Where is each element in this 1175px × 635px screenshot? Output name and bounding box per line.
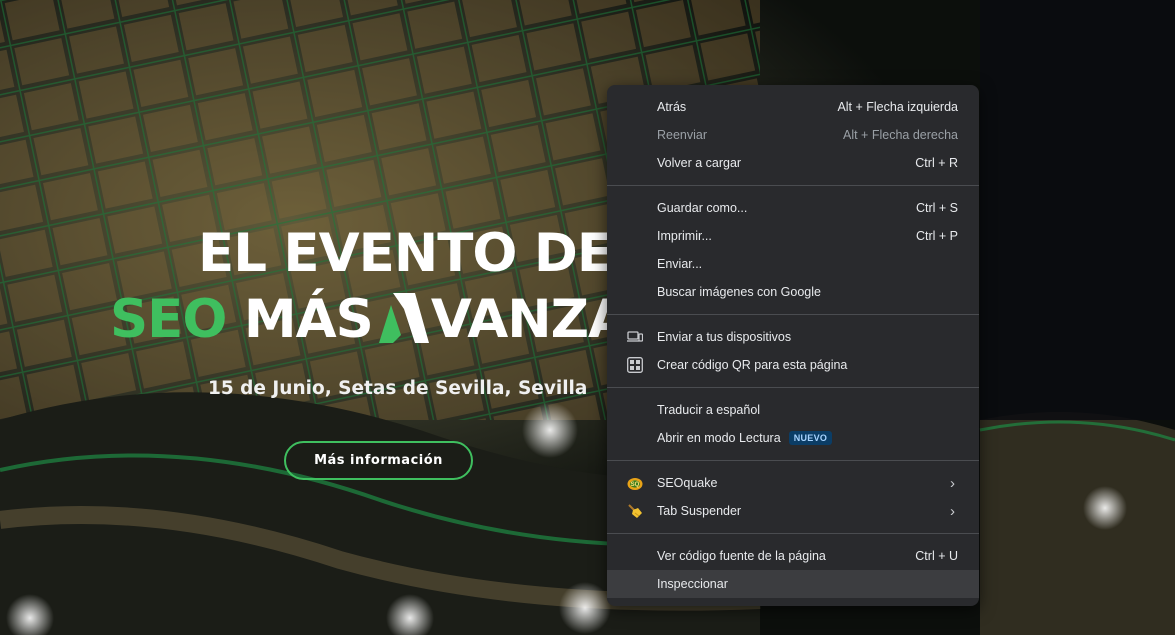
menu-item-translate[interactable]: Traducir a español bbox=[607, 396, 979, 424]
menu-item-label: Reenviar bbox=[657, 128, 708, 142]
menu-item-label: Guardar como... bbox=[657, 201, 748, 215]
menu-item-label: Enviar... bbox=[657, 257, 703, 271]
menu-item-label: Crear código QR para esta página bbox=[657, 358, 848, 372]
menu-item-label: Buscar imágenes con Google bbox=[657, 285, 821, 299]
menu-item-label: Abrir en modo Lectura NUEVO bbox=[657, 431, 958, 445]
menu-item-send-to-devices[interactable]: Enviar a tus dispositivos bbox=[607, 323, 979, 351]
new-badge: NUEVO bbox=[788, 431, 833, 445]
menu-item-shortcut: Ctrl + S bbox=[915, 201, 958, 215]
menu-item-forward: Reenviar Alt + Flecha derecha bbox=[607, 121, 979, 149]
menu-item-reload[interactable]: Volver a cargar Ctrl + R bbox=[607, 149, 979, 177]
menu-item-print[interactable]: Imprimir... Ctrl + P bbox=[607, 222, 979, 250]
hero-headline-line1: EL EVENTO DE bbox=[198, 223, 613, 284]
menu-separator bbox=[607, 185, 979, 186]
context-menu: Atrás Alt + Flecha izquierda Reenviar Al… bbox=[607, 85, 979, 606]
menu-item-inspect[interactable]: Inspeccionar bbox=[607, 570, 979, 598]
broom-icon bbox=[627, 503, 643, 519]
reading-mode-label: Abrir en modo Lectura bbox=[657, 431, 781, 445]
menu-item-view-source[interactable]: Ver código fuente de la página Ctrl + U bbox=[607, 542, 979, 570]
menu-item-label: Traducir a español bbox=[657, 403, 761, 417]
qr-code-icon bbox=[627, 357, 643, 373]
menu-item-label: Enviar a tus dispositivos bbox=[657, 330, 792, 344]
menu-item-create-qr-code[interactable]: Crear código QR para esta página bbox=[607, 351, 979, 379]
headline-mas-word: MÁS bbox=[243, 289, 374, 350]
menu-item-send[interactable]: Enviar... bbox=[607, 250, 979, 278]
more-info-button[interactable]: Más información bbox=[284, 441, 473, 480]
menu-separator bbox=[607, 387, 979, 388]
menu-item-shortcut: Ctrl + U bbox=[915, 549, 958, 563]
menu-item-shortcut: Ctrl + R bbox=[915, 156, 958, 170]
menu-item-label: Imprimir... bbox=[657, 229, 712, 243]
hero-subtitle: 15 de Junio, Setas de Sevilla, Sevilla bbox=[208, 378, 588, 399]
menu-item-save-as[interactable]: Guardar como... Ctrl + S bbox=[607, 194, 979, 222]
seoquake-icon: SQ bbox=[627, 475, 643, 491]
menu-item-reading-mode[interactable]: Abrir en modo Lectura NUEVO bbox=[607, 424, 979, 452]
menu-item-label: Ver código fuente de la página bbox=[657, 549, 826, 563]
menu-item-label: Tab Suspender bbox=[657, 504, 742, 518]
hero-headline-line2: SEO MÁS VANZAD bbox=[110, 288, 672, 352]
svg-text:SQ: SQ bbox=[631, 482, 640, 488]
menu-separator bbox=[607, 460, 979, 461]
menu-item-label: Inspeccionar bbox=[657, 577, 728, 591]
hero-section: EL EVENTO DE SEO MÁS VANZAD 15 de Junio, … bbox=[0, 0, 1175, 635]
menu-item-label: Volver a cargar bbox=[657, 156, 742, 170]
menu-separator bbox=[607, 533, 979, 534]
devices-icon bbox=[627, 329, 643, 345]
chevron-right-icon: › bbox=[950, 474, 955, 492]
brand-a-logo-icon bbox=[378, 293, 429, 343]
menu-item-search-images-google[interactable]: Buscar imágenes con Google bbox=[607, 278, 979, 306]
menu-item-back[interactable]: Atrás Alt + Flecha izquierda bbox=[607, 93, 979, 121]
menu-separator bbox=[607, 314, 979, 315]
menu-item-shortcut: Alt + Flecha izquierda bbox=[837, 100, 958, 114]
menu-item-label: Atrás bbox=[657, 100, 687, 114]
menu-item-tab-suspender[interactable]: Tab Suspender › bbox=[607, 497, 979, 525]
chevron-right-icon: › bbox=[950, 502, 955, 520]
menu-item-shortcut: Alt + Flecha derecha bbox=[843, 128, 958, 142]
headline-seo-word: SEO bbox=[110, 289, 227, 350]
menu-item-seoquake[interactable]: SQ SEOquake › bbox=[607, 469, 979, 497]
menu-item-label: SEOquake bbox=[657, 476, 718, 490]
menu-item-shortcut: Ctrl + P bbox=[915, 229, 958, 243]
